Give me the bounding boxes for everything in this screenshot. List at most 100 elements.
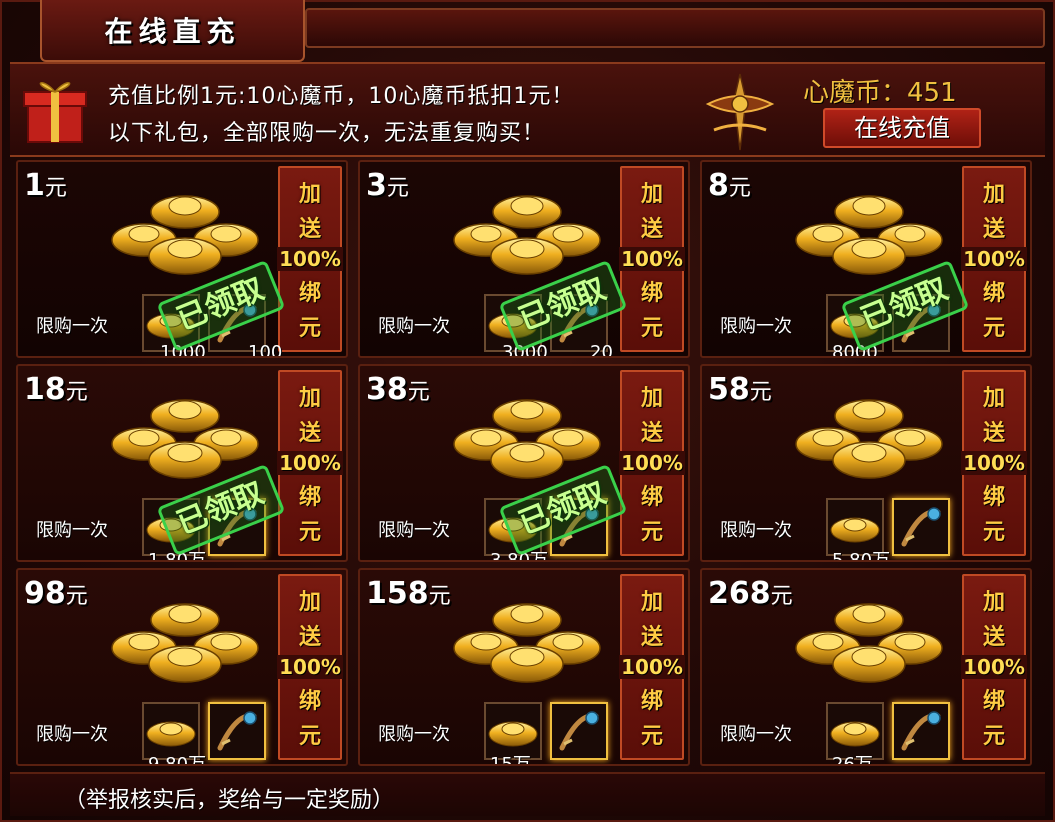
price-value: 3 — [366, 168, 387, 203]
online-recharge-button[interactable]: 在线充值 — [823, 108, 981, 148]
bonus-banner: 加 送 100% 绑 元 — [619, 574, 685, 760]
package-card[interactable]: 8元 加 送 100% 绑 元 限购一次 8000 已领取 — [700, 160, 1032, 358]
purchase-limit-label: 限购一次 — [378, 520, 450, 541]
banner-char: 加 — [982, 384, 1005, 411]
package-price: 38元 — [366, 372, 430, 407]
item-quantity-1: 9.80万 — [148, 754, 207, 766]
banner-char: 绑 — [298, 279, 321, 306]
package-card[interactable]: 18元 加 送 100% 绑 元 限购一次 1.80万 已领取 — [16, 364, 348, 562]
banner-percent: 100% — [277, 654, 343, 679]
price-unit: 元 — [749, 380, 772, 405]
package-price: 58元 — [708, 372, 772, 407]
footer-note: （举报核实后，奖给与一定奖励） — [64, 788, 395, 813]
price-unit: 元 — [770, 584, 793, 609]
banner-char: 送 — [640, 420, 663, 447]
equipment-item-icon — [217, 711, 257, 751]
package-price: 1元 — [24, 168, 67, 203]
item-slot-equipment[interactable] — [892, 702, 950, 760]
banner-char: 加 — [298, 588, 321, 615]
purchase-limit-label: 限购一次 — [720, 520, 792, 541]
price-unit: 元 — [428, 584, 451, 609]
banner-char: 绑 — [640, 279, 663, 306]
package-card[interactable]: 58元 加 送 100% 绑 元 限购一次 5.80万 — [700, 364, 1032, 562]
currency-display: 心魔币：451 — [803, 72, 957, 109]
package-card[interactable]: 3元 加 送 100% 绑 元 限购一次 3000 20 已领取 — [358, 160, 690, 358]
bonus-banner: 加 送 100% 绑 元 — [277, 370, 343, 556]
bonus-banner: 加 送 100% 绑 元 — [961, 166, 1027, 352]
item-quantity-2: 100 — [248, 342, 283, 358]
banner-char: 送 — [298, 420, 321, 447]
price-unit: 元 — [65, 584, 88, 609]
banner-percent: 100% — [961, 450, 1027, 475]
gold-ingot-icon — [111, 603, 259, 683]
gold-ingot-icon — [453, 195, 601, 275]
bonus-banner: 加 送 100% 绑 元 — [961, 574, 1027, 760]
purchase-limit-label: 限购一次 — [36, 316, 108, 337]
banner-char: 加 — [298, 384, 321, 411]
package-card[interactable]: 98元 加 送 100% 绑 元 限购一次 9.80万 — [16, 568, 348, 766]
banner-char: 加 — [982, 180, 1005, 207]
banner-char: 加 — [298, 180, 321, 207]
banner-char: 加 — [982, 588, 1005, 615]
banner-percent: 100% — [961, 654, 1027, 679]
package-card[interactable]: 1元 加 送 100% 绑 元 限购一次 1000 100 已领取 — [16, 160, 348, 358]
bonus-banner: 加 送 100% 绑 元 — [277, 166, 343, 352]
banner-char: 元 — [982, 519, 1005, 546]
banner-char: 绑 — [640, 483, 663, 510]
gift-box-icon — [22, 74, 88, 146]
price-value: 8 — [708, 168, 729, 203]
package-card[interactable]: 158元 加 送 100% 绑 元 限购一次 15万 — [358, 568, 690, 766]
item-quantity-1: 26万 — [832, 754, 873, 766]
banner-char: 元 — [640, 723, 663, 750]
banner-char: 元 — [298, 315, 321, 342]
top-decor-bar — [305, 8, 1045, 48]
equipment-item-icon — [901, 711, 941, 751]
item-slot-equipment[interactable] — [550, 702, 608, 760]
package-price: 3元 — [366, 168, 409, 203]
banner-char: 元 — [298, 519, 321, 546]
gold-ingot-icon — [795, 195, 943, 275]
title-tab[interactable]: 在线直充 — [40, 0, 305, 62]
price-unit: 元 — [65, 380, 88, 405]
banner-char: 元 — [640, 519, 663, 546]
sword-emblem-icon — [700, 70, 780, 154]
price-value: 268 — [708, 576, 771, 611]
item-slot-equipment[interactable] — [208, 702, 266, 760]
bonus-banner: 加 送 100% 绑 元 — [277, 574, 343, 760]
item-quantity-1: 15万 — [490, 754, 531, 766]
purchase-limit-label: 限购一次 — [36, 520, 108, 541]
price-unit: 元 — [728, 176, 751, 201]
package-price: 158元 — [366, 576, 451, 611]
package-card[interactable]: 268元 加 送 100% 绑 元 限购一次 26万 — [700, 568, 1032, 766]
banner-percent: 100% — [619, 654, 685, 679]
package-price: 268元 — [708, 576, 793, 611]
banner-percent: 100% — [961, 246, 1027, 271]
banner-char: 绑 — [982, 279, 1005, 306]
banner-percent: 100% — [619, 246, 685, 271]
banner-char: 送 — [298, 624, 321, 651]
price-unit: 元 — [44, 176, 67, 201]
gold-ingot-icon — [111, 195, 259, 275]
purchase-limit-label: 限购一次 — [720, 316, 792, 337]
currency-label: 心魔币： — [803, 78, 908, 108]
bonus-banner: 加 送 100% 绑 元 — [961, 370, 1027, 556]
banner-char: 绑 — [640, 687, 663, 714]
banner-char: 送 — [982, 624, 1005, 651]
banner-char: 绑 — [982, 687, 1005, 714]
banner-percent: 100% — [277, 450, 343, 475]
price-value: 58 — [708, 372, 750, 407]
banner-percent: 100% — [277, 246, 343, 271]
package-price: 8元 — [708, 168, 751, 203]
item-slot-equipment[interactable] — [892, 498, 950, 556]
package-card[interactable]: 38元 加 送 100% 绑 元 限购一次 3.80万 已领取 — [358, 364, 690, 562]
banner-char: 绑 — [982, 483, 1005, 510]
gold-ingot-icon — [453, 399, 601, 479]
banner-char: 元 — [298, 723, 321, 750]
banner-char: 元 — [982, 723, 1005, 750]
price-value: 38 — [366, 372, 408, 407]
price-value: 98 — [24, 576, 66, 611]
banner-char: 元 — [640, 315, 663, 342]
item-quantity-1: 5.80万 — [832, 550, 891, 562]
banner-char: 加 — [640, 588, 663, 615]
item-quantity-2: 20 — [590, 342, 613, 358]
